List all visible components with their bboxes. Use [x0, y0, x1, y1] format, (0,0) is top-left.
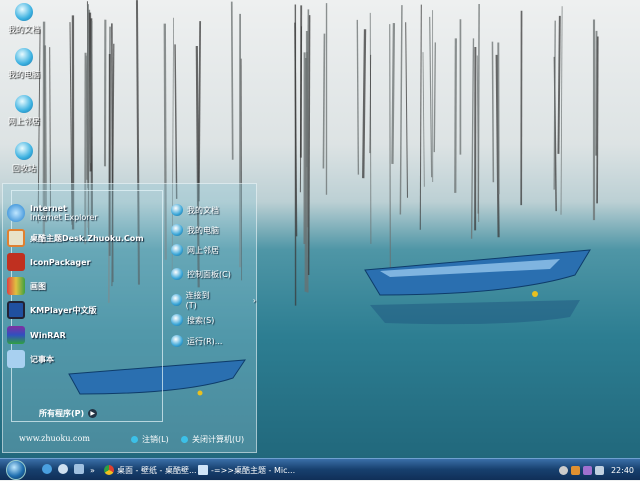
task-button-browser[interactable]: 桌面 - 壁纸 - 桌酷壁... — [104, 462, 197, 478]
menu-item-winrar[interactable]: WinRAR — [7, 326, 66, 344]
tree-trunk — [175, 44, 177, 198]
my-computer-icon — [171, 224, 183, 236]
tree-trunk — [423, 52, 424, 187]
menu-item-my-computer[interactable]: 我的电脑 — [171, 224, 219, 236]
notepad-icon — [7, 350, 25, 368]
menu-item-iconpackager[interactable]: IconPackager — [7, 253, 91, 271]
all-programs-button[interactable]: 所有程序(P)▶ — [39, 408, 97, 419]
ie-quicklaunch-icon[interactable] — [42, 464, 52, 474]
shutdown-icon — [181, 436, 188, 443]
desktop-icon-network[interactable]: 网上邻居 — [2, 95, 46, 127]
tree-trunk — [232, 2, 233, 160]
ie-icon — [7, 204, 25, 222]
shutdown-button[interactable]: 关闭计算机(U) — [181, 434, 244, 445]
arrow-right-icon: ▶ — [88, 409, 97, 418]
paint-icon — [7, 277, 25, 295]
tree-trunk — [406, 22, 408, 198]
website-link: www.zhuoku.com — [19, 434, 90, 443]
tree-trunk — [309, 15, 310, 275]
menu-item-my-documents[interactable]: 我的文档 — [171, 204, 219, 216]
desktop-icon-my-computer[interactable]: 我的电脑 — [2, 48, 46, 80]
network-icon — [171, 244, 183, 256]
tree-trunk — [478, 4, 479, 214]
clock[interactable]: 22:40 — [611, 466, 634, 475]
menu-item-connect-to[interactable]: 连接到(T)› — [171, 290, 256, 310]
submenu-arrow-icon: › — [253, 296, 256, 305]
menu-item-zhuoku-theme[interactable]: 桌酷主题Desk.Zhuoku.Com — [7, 229, 144, 247]
tray-app-icon[interactable] — [559, 466, 568, 475]
control-panel-icon — [171, 268, 183, 280]
my-documents-icon — [15, 3, 33, 21]
iconpackager-icon — [7, 253, 25, 271]
quicklaunch-overflow-button[interactable]: » — [90, 462, 95, 478]
search-icon — [171, 314, 183, 326]
desktop-icon-recycle-bin[interactable]: 回收站 — [2, 142, 46, 174]
run-icon — [171, 335, 183, 347]
tray-music-icon[interactable] — [583, 466, 592, 475]
tree-trunk — [561, 6, 562, 214]
globe-quicklaunch-icon[interactable] — [58, 464, 68, 474]
menu-item-network[interactable]: 网上邻居 — [171, 244, 219, 256]
tree-trunk — [390, 24, 391, 271]
tree-trunk — [400, 5, 402, 214]
network-icon — [15, 95, 33, 113]
logoff-button[interactable]: 注销(L) — [131, 434, 169, 445]
recycle-bin-icon — [15, 142, 33, 160]
kmplayer-icon — [7, 301, 25, 319]
start-button[interactable] — [6, 460, 26, 480]
menu-item-notepad[interactable]: 记事本 — [7, 350, 54, 368]
tree-trunk — [392, 23, 393, 164]
menu-item-run[interactable]: 运行(R)... — [171, 335, 222, 347]
tree-trunk — [357, 20, 358, 175]
wallpaper-boat — [360, 245, 600, 330]
chrome-icon — [104, 465, 114, 475]
tree-trunk — [472, 38, 474, 238]
tree-trunk — [199, 21, 200, 201]
menu-item-paint[interactable]: 画图 — [7, 277, 46, 295]
task-button-word[interactable]: -=>>桌酷主题 - Mic... — [198, 462, 295, 478]
menu-item-kmplayer[interactable]: KMPlayer中文版 — [7, 301, 97, 319]
desktop-icon-my-documents[interactable]: 我的文档 — [2, 3, 46, 35]
menu-item-internet-explorer[interactable]: InternetInternet Explorer — [7, 204, 98, 222]
tree-trunk — [434, 42, 435, 152]
menu-item-search[interactable]: 搜索(S) — [171, 314, 214, 326]
tray-volume-icon[interactable] — [595, 466, 604, 475]
tree-trunk — [492, 42, 493, 183]
taskbar: » 桌面 - 壁纸 - 桌酷壁... -=>>桌酷主题 - Mic... 22:… — [0, 458, 640, 480]
my-documents-icon — [171, 204, 183, 216]
menu-item-control-panel[interactable]: 控制面板(C) — [171, 268, 231, 280]
winrar-icon — [7, 326, 25, 344]
tree-trunk — [363, 29, 365, 178]
tree-trunk — [323, 34, 324, 169]
system-tray: 22:40 — [558, 459, 640, 481]
desktop-quicklaunch-icon[interactable] — [74, 464, 84, 474]
document-icon — [198, 465, 208, 475]
tree-trunk — [430, 17, 432, 177]
tree-trunk — [455, 38, 456, 193]
tree-trunk — [420, 5, 421, 230]
theme-icon — [7, 229, 25, 247]
my-computer-icon — [15, 48, 33, 66]
logoff-icon — [131, 436, 138, 443]
tree-trunk — [558, 16, 559, 154]
tree-trunk — [597, 37, 598, 204]
start-menu: InternetInternet Explorer 桌酷主题Desk.Zhuok… — [2, 183, 257, 453]
tray-network-icon[interactable] — [571, 466, 580, 475]
globe-icon — [171, 294, 182, 306]
